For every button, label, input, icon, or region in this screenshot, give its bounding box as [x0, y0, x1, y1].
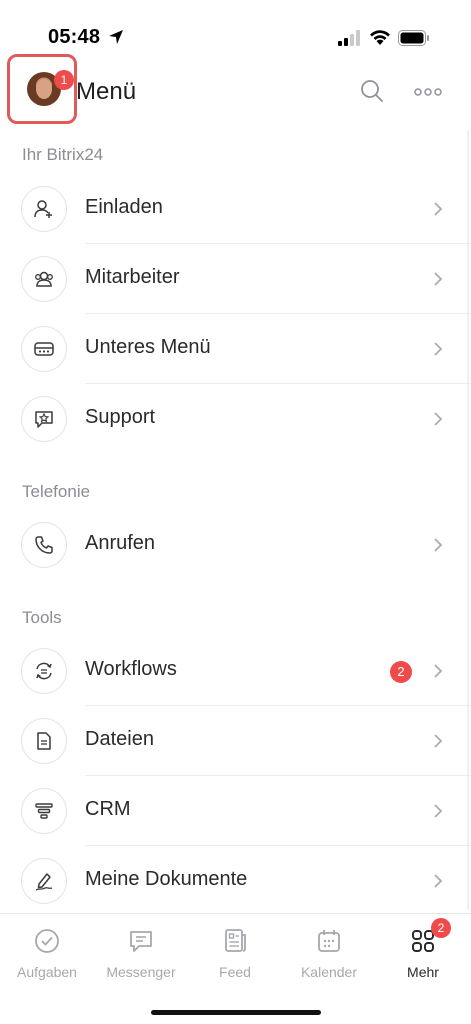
- tab-aufgaben[interactable]: Aufgaben: [0, 914, 94, 989]
- workflows-count-badge: 2: [390, 661, 412, 683]
- avatar-notification-badge: 1: [54, 70, 74, 90]
- home-indicator: [151, 1010, 321, 1015]
- menu-item-label: CRM: [85, 798, 131, 820]
- check-circle-icon: [35, 929, 59, 953]
- section-label-telefonie: Telefonie: [22, 482, 91, 501]
- chevron-right-icon: [434, 538, 443, 552]
- chevron-right-icon: [434, 874, 443, 888]
- cellular-signal-icon: [338, 30, 360, 46]
- menu-item-label: Dateien: [85, 728, 154, 750]
- chevron-right-icon: [434, 342, 443, 356]
- chevron-right-icon: [434, 664, 443, 678]
- chevron-right-icon: [434, 734, 443, 748]
- support-icon: [35, 411, 53, 428]
- menu-item-meine-dokumente[interactable]: Meine Dokumente: [0, 846, 471, 916]
- phone-icon: [35, 536, 53, 554]
- menu-item-mitarbeiter[interactable]: Mitarbeiter: [0, 244, 471, 314]
- add-user-icon: [34, 200, 52, 218]
- chevron-right-icon: [434, 412, 443, 426]
- tab-feed[interactable]: Feed: [188, 914, 282, 989]
- status-time: 05:48: [48, 26, 101, 48]
- tab-label: Mehr: [407, 964, 439, 980]
- bottom-tab-bar: Aufgaben Messenger Feed Kalender 2 Mehr: [0, 913, 471, 1024]
- menu-item-support[interactable]: Support: [0, 384, 471, 454]
- workflows-icon: [36, 662, 52, 680]
- chevron-right-icon: [434, 804, 443, 818]
- battery-icon: [398, 30, 429, 46]
- profile-avatar-button[interactable]: 1: [7, 54, 77, 124]
- header: 1 Menü: [0, 52, 471, 132]
- feed-icon: [225, 929, 246, 952]
- menu-item-einladen[interactable]: Einladen: [0, 174, 471, 244]
- employees-icon: [35, 271, 53, 287]
- menu-item-label: Mitarbeiter: [85, 266, 180, 288]
- tab-mehr[interactable]: 2 Mehr: [376, 914, 470, 989]
- location-arrow-icon: [109, 30, 123, 44]
- section-label-tools: Tools: [22, 608, 62, 627]
- tab-messenger[interactable]: Messenger: [94, 914, 188, 989]
- file-icon: [37, 732, 51, 750]
- tab-kalender[interactable]: Kalender: [282, 914, 376, 989]
- menu-item-label: Workflows: [85, 658, 177, 680]
- menu-item-label: Support: [85, 406, 156, 428]
- tab-label: Aufgaben: [17, 964, 77, 980]
- menu-item-dateien[interactable]: Dateien: [0, 706, 471, 776]
- menu-item-crm[interactable]: CRM: [0, 776, 471, 846]
- menu-item-anrufen[interactable]: Anrufen: [0, 510, 471, 580]
- crm-funnel-icon: [35, 803, 53, 819]
- menu-item-label: Anrufen: [85, 532, 156, 554]
- section-label-bitrix: Ihr Bitrix24: [22, 145, 104, 164]
- tab-label: Kalender: [300, 964, 358, 980]
- menu-item-workflows[interactable]: Workflows 2: [0, 636, 471, 706]
- mehr-notification-badge: 2: [431, 918, 451, 938]
- menu-item-unteres-menue[interactable]: Unteres Menü: [0, 314, 471, 384]
- menu-item-label: Einladen: [85, 196, 163, 218]
- signature-pen-icon: [35, 873, 53, 891]
- calendar-icon: [318, 930, 340, 952]
- more-options-icon[interactable]: [414, 88, 442, 96]
- menu-item-label: Unteres Menü: [85, 336, 211, 358]
- bottom-menu-icon: [34, 342, 54, 356]
- chat-icon: [130, 931, 152, 952]
- tab-label: Feed: [219, 964, 251, 980]
- tab-label: Messenger: [106, 964, 176, 980]
- chevron-right-icon: [434, 202, 443, 216]
- search-icon[interactable]: [360, 79, 384, 103]
- chevron-right-icon: [434, 272, 443, 286]
- menu-item-label: Meine Dokumente: [85, 868, 248, 890]
- wifi-icon: [370, 30, 390, 45]
- page-title: Menü: [76, 78, 137, 105]
